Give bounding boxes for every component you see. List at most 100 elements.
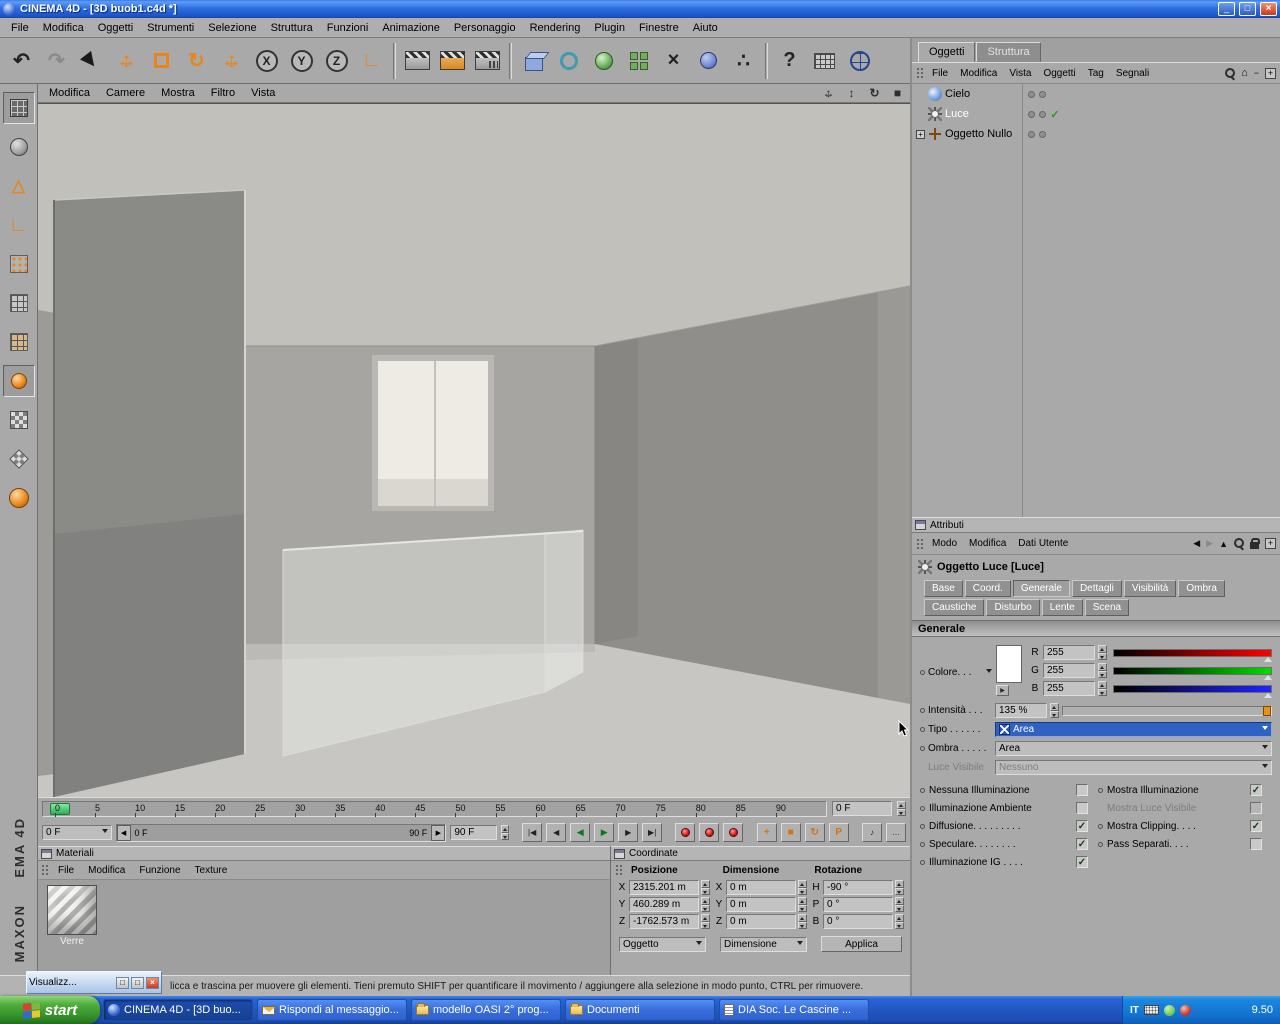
anim-dot-icon[interactable] xyxy=(920,727,925,732)
render-region-button[interactable] xyxy=(435,41,470,81)
menu-file[interactable]: File xyxy=(4,20,36,36)
menu-finestre[interactable]: Finestre xyxy=(632,20,686,36)
dim-y-field[interactable]: 0 m xyxy=(726,897,796,912)
menu-selezione[interactable]: Selezione xyxy=(201,20,263,36)
goto-start-button[interactable]: |◀ xyxy=(522,823,543,842)
key-rotation-button[interactable]: ↻ xyxy=(804,823,825,842)
green-slider[interactable] xyxy=(1113,666,1272,680)
record-options-button[interactable] xyxy=(723,823,744,842)
checkbox[interactable]: ✓ xyxy=(1076,856,1088,868)
tray-app-icon[interactable] xyxy=(1163,1004,1175,1016)
play-forward-button[interactable]: ▶ xyxy=(594,823,615,842)
next-frame-button[interactable]: ▶ xyxy=(618,823,639,842)
anim-dot-icon[interactable] xyxy=(920,787,925,793)
tab-coord[interactable]: Coord. xyxy=(964,580,1011,597)
spinner[interactable] xyxy=(798,880,807,895)
color-swatch[interactable] xyxy=(996,645,1022,683)
new-panel-icon[interactable]: + xyxy=(1265,538,1276,549)
menu-aiuto[interactable]: Aiuto xyxy=(686,20,725,36)
menu-funzioni[interactable]: Funzioni xyxy=(320,20,376,36)
attributes-title-bar[interactable]: Attributi xyxy=(912,517,1280,533)
clock[interactable]: 9.50 xyxy=(1252,1004,1273,1016)
object-row-luce[interactable]: Luce ✓ xyxy=(912,104,1280,124)
undock-icon[interactable]: □ xyxy=(131,976,144,989)
intensity-slider[interactable] xyxy=(1062,705,1272,716)
checkbox[interactable]: ✓ xyxy=(1076,820,1088,832)
checkbox[interactable]: ✓ xyxy=(1250,820,1262,832)
spinner[interactable] xyxy=(895,880,904,895)
spinner[interactable] xyxy=(895,914,904,929)
checkbox[interactable] xyxy=(1250,838,1262,850)
range-left-handle[interactable]: ◀ xyxy=(116,824,131,841)
rot-p-field[interactable]: 0 ° xyxy=(823,897,893,912)
render-visibility-dot[interactable] xyxy=(1039,130,1046,138)
keyboard-icon[interactable] xyxy=(1143,1005,1159,1015)
make-editable-button[interactable] xyxy=(2,92,35,124)
slider-marker[interactable] xyxy=(1264,653,1272,662)
checkbox[interactable] xyxy=(1250,802,1262,814)
autokey-button[interactable] xyxy=(699,823,720,842)
om-menu-tag[interactable]: Tag xyxy=(1083,67,1109,80)
object-name[interactable]: Oggetto Nullo xyxy=(945,128,1012,140)
lock-z-button[interactable]: Z xyxy=(319,41,354,81)
shadow-combo[interactable]: Area xyxy=(995,741,1272,756)
search-icon[interactable] xyxy=(1225,67,1236,79)
polygons-mode-button[interactable] xyxy=(3,326,35,358)
blue-slider[interactable] xyxy=(1113,684,1272,698)
more-options-button[interactable]: … xyxy=(886,823,907,842)
maximize-icon[interactable]: □ xyxy=(1239,2,1256,16)
spinner[interactable] xyxy=(1098,663,1107,678)
slider-marker[interactable] xyxy=(1264,689,1272,698)
menu-struttura[interactable]: Struttura xyxy=(264,20,320,36)
anim-dot-icon[interactable] xyxy=(920,708,925,713)
close-icon[interactable]: × xyxy=(146,976,159,989)
taskbar-item-messaggio[interactable]: Rispondi al messaggio... xyxy=(257,999,407,1021)
add-layer-icon[interactable]: + xyxy=(1265,67,1276,79)
spinner[interactable] xyxy=(798,897,807,912)
ruler-frame-spinner[interactable] xyxy=(897,801,906,816)
om-menu-oggetti[interactable]: Oggetti xyxy=(1038,67,1080,80)
anim-dot-icon[interactable] xyxy=(920,805,925,811)
spinner[interactable] xyxy=(798,914,807,929)
zoom-view-icon[interactable]: ↕ xyxy=(843,86,860,101)
material-thumbnail[interactable] xyxy=(47,885,97,935)
menu-strumenti[interactable]: Strumenti xyxy=(140,20,201,36)
end-frame-spinner[interactable] xyxy=(500,825,509,840)
enabled-check-icon[interactable]: ✓ xyxy=(1046,108,1064,121)
anim-dot-icon[interactable] xyxy=(920,746,925,751)
redo-button[interactable]: ↷ xyxy=(39,41,74,81)
am-menu-modo[interactable]: Modo xyxy=(927,537,962,550)
rot-b-field[interactable]: 0 ° xyxy=(823,914,893,929)
spinner[interactable] xyxy=(1098,645,1107,660)
uv-edit-mode-button[interactable] xyxy=(3,443,35,475)
section-header-generale[interactable]: Generale xyxy=(912,620,1280,637)
checkbox[interactable] xyxy=(1076,784,1088,796)
render-visibility-dot[interactable] xyxy=(1039,90,1046,98)
mat-menu-file[interactable]: File xyxy=(52,864,80,877)
spinner[interactable] xyxy=(701,897,710,912)
lock-x-button[interactable]: X xyxy=(249,41,284,81)
checkbox[interactable] xyxy=(1076,802,1088,814)
anim-dot-icon[interactable] xyxy=(920,841,925,847)
texture-axis-mode-button[interactable]: △ xyxy=(3,170,35,202)
lock-icon[interactable] xyxy=(1250,538,1260,549)
anim-dot-icon[interactable] xyxy=(1098,823,1103,829)
undo-button[interactable]: ↶ xyxy=(4,41,39,81)
menu-plugin[interactable]: Plugin xyxy=(587,20,632,36)
editor-visibility-dot[interactable] xyxy=(1028,130,1035,138)
green-value-field[interactable]: 255 xyxy=(1043,663,1095,678)
tab-base[interactable]: Base xyxy=(924,580,963,597)
edges-mode-button[interactable] xyxy=(3,287,35,319)
render-view-button[interactable] xyxy=(400,41,435,81)
tray-app-icon[interactable] xyxy=(1179,1004,1191,1016)
add-array-button[interactable] xyxy=(621,41,656,81)
taskbar-item-dia-soc[interactable]: DIA Soc. Le Cascine ... xyxy=(719,999,869,1021)
browser-button[interactable] xyxy=(842,41,877,81)
key-scale-button[interactable]: ■ xyxy=(780,823,801,842)
object-row-oggetto-nullo[interactable]: + Oggetto Nullo xyxy=(912,124,1280,144)
visible-light-combo[interactable]: Nessuno xyxy=(995,760,1272,775)
vp-menu-filtro[interactable]: Filtro xyxy=(204,86,242,100)
expander-icon[interactable]: + xyxy=(916,129,925,139)
red-slider[interactable] xyxy=(1113,648,1272,662)
om-menu-modifica[interactable]: Modifica xyxy=(955,67,1002,80)
